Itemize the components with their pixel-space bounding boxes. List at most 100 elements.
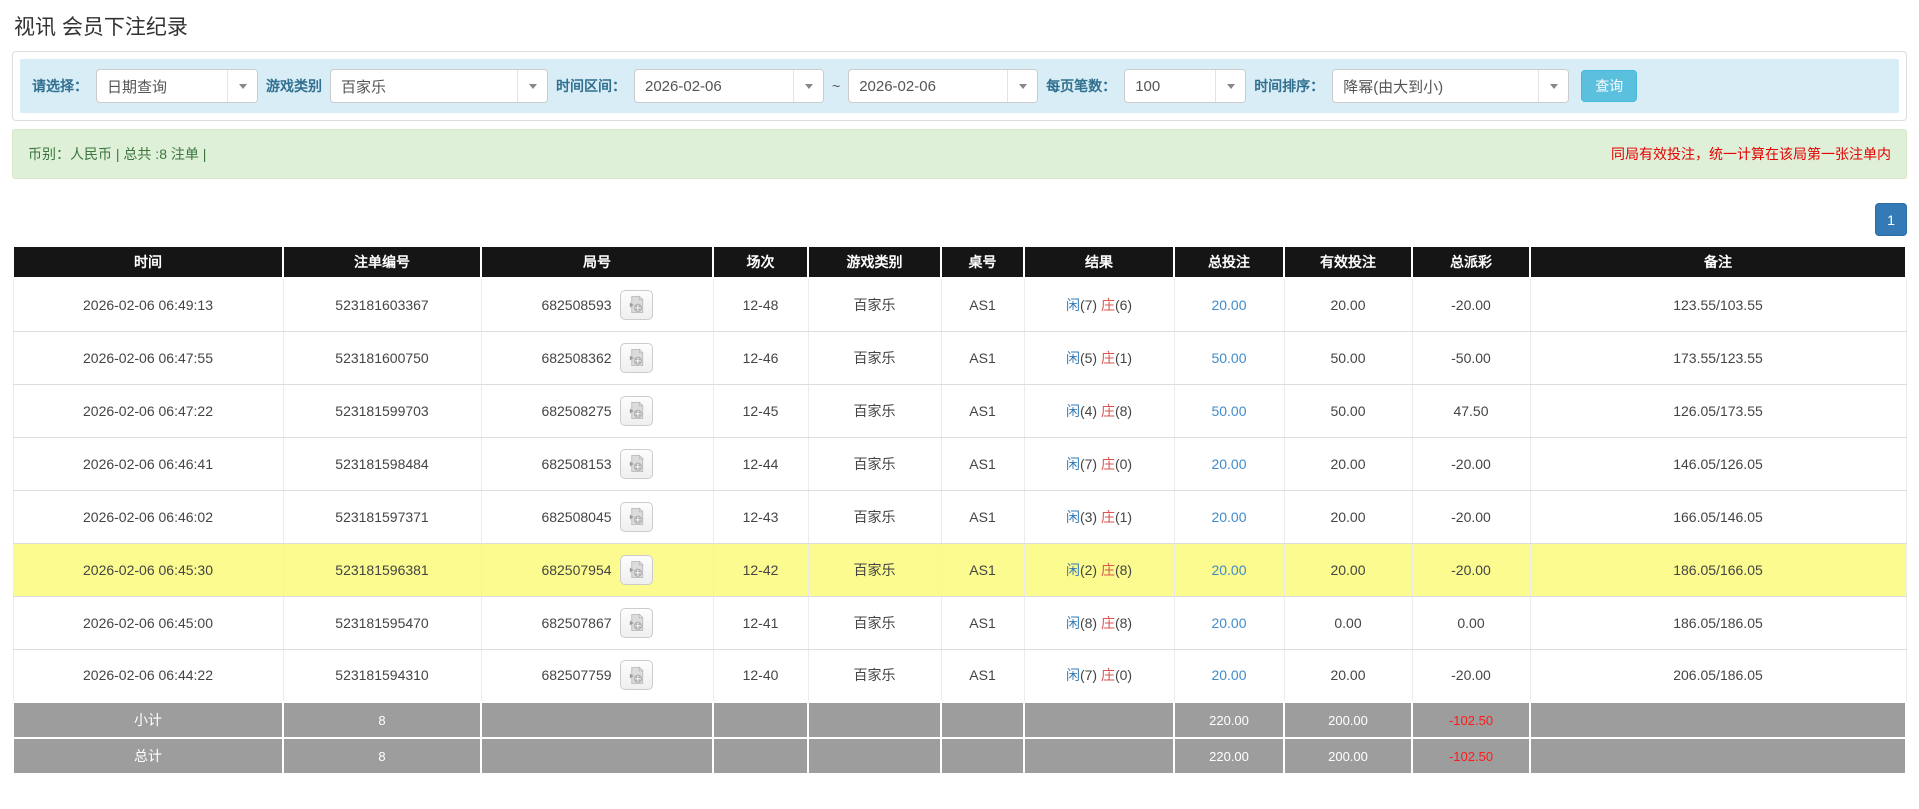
column-header-8: 有效投注 [1283,245,1413,279]
video-replay-icon [629,348,644,367]
video-replay-button[interactable] [619,607,653,638]
result-banker-score: (1) [1114,508,1133,525]
cell-round-no: 682508593 [480,278,714,332]
video-replay-button[interactable] [619,448,653,479]
round-number: 682508153 [541,455,612,472]
column-header-0: 时间 [12,245,284,279]
table-header-row: 时间 注单编号 局号 场次 游戏类别 桌号 结果 总投注 有效投注 总派彩 备注 [12,245,1907,279]
game-type-value: 百家乐 [341,78,387,96]
result-player-score: (2) [1079,561,1101,578]
query-type-caret-button[interactable] [227,70,257,102]
chevron-down-icon [1226,83,1235,89]
date-from-select[interactable]: 2026-02-06 [634,69,824,103]
footer-empty-table [940,701,1025,739]
page-button-1[interactable]: 1 [1875,203,1907,236]
column-header-9: 总派彩 [1411,245,1531,279]
table-row: 2026-02-06 06:44:22 523181594310 682507759… [12,649,1907,703]
sort-order-caret-button[interactable] [1538,70,1569,102]
cell-table-no: AS1 [940,543,1025,597]
game-type-select[interactable]: 百家乐 [330,69,548,103]
page-size-select[interactable]: 100 [1124,69,1247,103]
footer-label: 小计 [12,701,284,739]
cell-round-no: 682508153 [480,437,714,491]
cell-session: 12-41 [712,596,809,650]
grand-total-row: 总计 8 220.00 200.00 -102.50 [12,737,1907,775]
footer-empty-session [712,701,809,739]
cell-remark: 186.05/186.05 [1529,596,1907,650]
column-header-10: 备注 [1529,245,1907,279]
page-title: 视讯 会员下注纪录 [14,16,188,39]
cell-payout: 47.50 [1411,384,1531,438]
total-bet-link[interactable]: 20.00 [1211,667,1246,683]
total-bet-link[interactable]: 20.00 [1211,456,1246,472]
cell-time: 2026-02-06 06:44:22 [12,649,284,703]
video-replay-button[interactable] [619,342,653,373]
cell-total-bet: 20.00 [1173,596,1285,650]
result-banker-label: 庄 [1100,561,1115,578]
cell-valid-bet: 20.00 [1283,543,1413,597]
total-bet-link[interactable]: 50.00 [1211,350,1246,366]
result-banker-label: 庄 [1100,296,1115,313]
result-banker-label: 庄 [1100,402,1115,419]
cell-round-no: 682508045 [480,490,714,544]
video-replay-button[interactable] [619,501,653,532]
round-number: 682508593 [541,296,612,313]
cell-session: 12-40 [712,649,809,703]
table-row: 2026-02-06 06:47:22 523181599703 682508275… [12,384,1907,438]
total-bet-link[interactable]: 20.00 [1211,509,1246,525]
cell-payout: 0.00 [1411,596,1531,650]
video-replay-icon [629,666,644,684]
chevron-down-icon [528,83,537,89]
video-replay-icon [629,560,644,579]
cell-result: 闲(2) 庄(8) [1023,543,1175,597]
video-replay-button[interactable] [619,395,653,426]
table-row: 2026-02-06 06:49:13 523181603367 682508593… [12,278,1907,332]
page-size-caret-button[interactable] [1215,70,1246,102]
total-bet-link[interactable]: 20.00 [1211,615,1246,631]
footer-empty-round [480,737,714,775]
cell-remark: 206.05/186.05 [1529,649,1907,703]
table-row: 2026-02-06 06:45:30 523181596381 682507954… [12,543,1907,597]
result-banker-label: 庄 [1100,508,1115,525]
cell-total-bet: 20.00 [1173,543,1285,597]
date-from-caret-button[interactable] [793,70,823,102]
cell-total-bet: 20.00 [1173,490,1285,544]
cell-table-no: AS1 [940,278,1025,332]
total-bet-link[interactable]: 20.00 [1211,562,1246,578]
cell-game-type: 百家乐 [807,384,942,438]
game-type-caret-button[interactable] [517,70,547,102]
cell-payout: -20.00 [1411,649,1531,703]
footer-empty-round [480,701,714,739]
result-banker-score: (6) [1114,296,1133,313]
column-header-7: 总投注 [1173,245,1285,279]
result-player-label: 闲 [1065,614,1080,631]
video-replay-button[interactable] [619,289,653,320]
game-type-label: 游戏类别 [266,78,322,94]
result-banker-score: (8) [1114,614,1133,631]
result-player-label: 闲 [1065,561,1080,578]
result-banker-label: 庄 [1100,349,1115,366]
video-replay-button[interactable] [619,660,653,691]
cell-total-bet: 20.00 [1173,649,1285,703]
cell-remark: 186.05/166.05 [1529,543,1907,597]
footer-empty-result [1023,701,1175,739]
cell-game-type: 百家乐 [807,490,942,544]
date-to-select[interactable]: 2026-02-06 [848,69,1039,103]
cell-valid-bet: 50.00 [1283,331,1413,385]
sort-order-label: 时间排序： [1254,78,1325,94]
video-replay-button[interactable] [619,554,653,585]
sort-order-select[interactable]: 降幂(由大到小) [1332,69,1570,103]
cell-time: 2026-02-06 06:47:55 [12,331,284,385]
search-button[interactable]: 查询 [1581,70,1638,102]
cell-result: 闲(4) 庄(8) [1023,384,1175,438]
total-bet-link[interactable]: 50.00 [1211,403,1246,419]
footer-valid-bet: 200.00 [1283,737,1413,775]
footer-total-bet: 220.00 [1173,701,1285,739]
cell-game-type: 百家乐 [807,649,942,703]
query-type-select[interactable]: 日期查询 [96,69,258,103]
table-row: 2026-02-06 06:46:41 523181598484 682508153… [12,437,1907,491]
footer-count: 8 [282,701,482,739]
column-header-4: 游戏类别 [807,245,942,279]
date-to-caret-button[interactable] [1007,70,1038,102]
total-bet-link[interactable]: 20.00 [1211,297,1246,313]
